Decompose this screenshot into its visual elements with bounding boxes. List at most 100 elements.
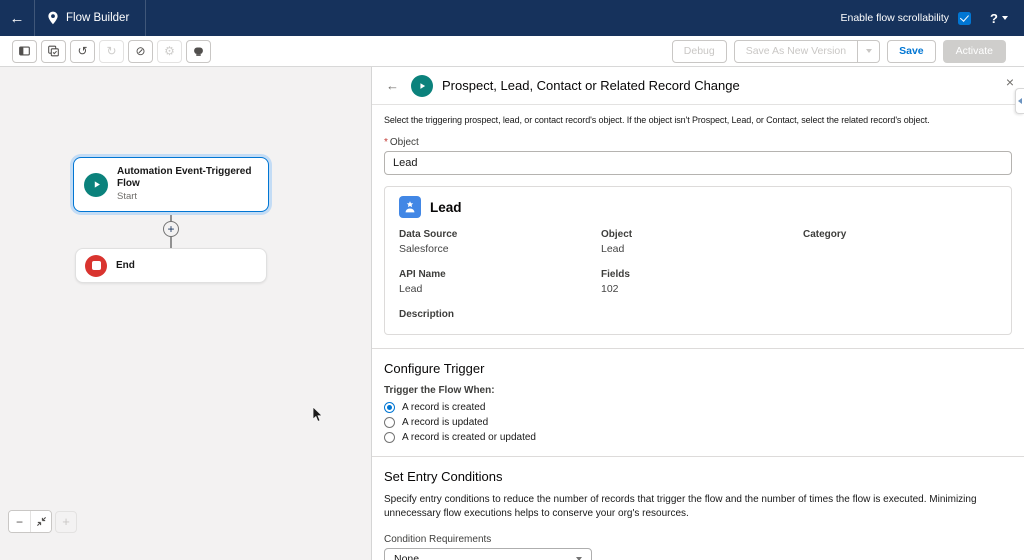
object-card-title: Lead [430,200,462,215]
lead-object-icon [399,196,421,218]
trigger-when-label: Trigger the Flow When: [384,385,1012,396]
toolbar: ↺ ↻ ⊘ ⚙ Debug Save As New Version Save A… [0,36,1024,67]
scrollability-label: Enable flow scrollability [840,12,949,24]
zoom-out-button[interactable]: − [9,511,30,532]
save-as-split-button: Save As New Version [734,40,880,63]
entry-conditions-heading: Set Entry Conditions [384,469,1012,484]
flow-canvas[interactable]: Automation Event-TriggeredFlow Start + E… [0,67,372,560]
radio-button-icon [384,432,395,443]
entry-conditions-section: Set Entry Conditions Specify entry condi… [384,469,1012,560]
radio-record-updated[interactable]: A record is updated [384,417,1012,428]
chevron-down-icon [1002,16,1008,20]
required-mark: * [384,137,388,148]
redo-button[interactable]: ↻ [99,40,124,63]
save-as-dropdown-button[interactable] [858,40,880,63]
flow-builder-window: ← Flow Builder Enable flow scrollability… [0,0,1024,560]
section-divider [372,348,1024,349]
section-divider [372,456,1024,457]
toggle-panel-button[interactable] [12,40,37,63]
canvas-tools: ↺ ↻ ⊘ ⚙ [12,40,211,63]
navbar: ← Flow Builder Enable flow scrollability… [0,0,1024,36]
app-name-section: Flow Builder [35,0,145,36]
select-elements-button[interactable] [41,40,66,63]
chevron-left-icon [1018,98,1022,104]
bot-icon [191,44,206,58]
fit-to-view-icon [36,516,47,527]
disable-connector-button[interactable]: ⊘ [128,40,153,63]
play-icon [91,179,102,190]
back-arrow-icon: ← [386,78,399,93]
zoom-in-button[interactable]: + [55,511,77,533]
zoom-controls: − + [8,510,77,533]
redo-icon: ↻ [106,44,116,58]
condition-requirements-dropdown[interactable]: None [384,548,592,560]
save-button[interactable]: Save [887,40,936,63]
disable-connector-icon: ⊘ [135,44,145,58]
panel-title: Prospect, Lead, Contact or Related Recor… [442,78,740,93]
field-category: Category [803,229,997,256]
end-node-icon [85,255,107,277]
location-pin-icon [47,11,59,25]
field-fields-count: Fields102 [601,269,803,296]
field-object: ObjectLead [601,229,803,256]
main-area: Automation Event-TriggeredFlow Start + E… [0,67,1024,560]
undo-button[interactable]: ↺ [70,40,95,63]
start-node[interactable]: Automation Event-TriggeredFlow Start [73,157,269,212]
radio-button-icon [384,402,395,413]
toolbar-actions: Debug Save As New Version Save Activate [672,40,1006,63]
field-api-name: API NameLead [399,269,601,296]
radio-record-created-or-updated[interactable]: A record is created or updated [384,432,1012,443]
undo-icon: ↺ [77,44,87,58]
debug-button[interactable]: Debug [672,40,727,63]
select-elements-icon [46,44,61,58]
app-title: Flow Builder [66,12,129,24]
panel-header: ← Prospect, Lead, Contact or Related Rec… [372,67,1024,105]
panel-back-button[interactable]: ← [386,78,399,93]
navbar-right: Enable flow scrollability ? [840,11,1024,26]
dropdown-value: None [394,553,419,560]
configure-trigger-heading: Configure Trigger [384,361,1012,376]
start-node-subtitle: Start [117,191,251,203]
help-menu[interactable]: ? [990,11,1008,26]
back-button[interactable]: ← [0,0,34,36]
fit-to-view-button[interactable] [30,511,51,532]
toggle-panel-icon [17,44,32,58]
end-node[interactable]: End [75,248,267,283]
end-node-title: End [116,260,135,272]
entry-conditions-description: Specify entry conditions to reduce the n… [384,493,1008,521]
start-node-icon [84,173,108,197]
play-icon [417,81,427,91]
configure-trigger-section: Configure Trigger Trigger the Flow When:… [384,361,1012,443]
settings-gear-icon: ⚙ [164,44,175,58]
bot-tool-button[interactable] [186,40,211,63]
radio-button-icon [384,417,395,428]
object-card-fields: Data SourceSalesforce ObjectLead Categor… [399,229,997,323]
flow-settings-button[interactable]: ⚙ [157,40,182,63]
panel-description: Select the triggering prospect, lead, or… [384,114,1012,127]
object-input[interactable] [384,151,1012,175]
close-panel-button[interactable]: × [1006,75,1014,89]
zoom-button-group: − [8,510,52,533]
scrollability-checkbox[interactable] [958,12,971,25]
start-node-text: Automation Event-TriggeredFlow Start [117,166,251,203]
trigger-config-panel: ← Prospect, Lead, Contact or Related Rec… [372,67,1024,560]
condition-requirements-label: Condition Requirements [384,534,1012,545]
object-field-label: *Object [384,137,1012,148]
save-as-new-version-button[interactable]: Save As New Version [734,40,858,63]
field-description: Description [399,309,601,323]
object-detail-card: Lead Data SourceSalesforce ObjectLead Ca… [384,186,1012,335]
mouse-cursor [312,407,325,424]
field-empty [803,269,997,296]
person-icon [403,200,417,214]
collapse-panel-tab[interactable] [1015,88,1024,114]
flow-trigger-icon [411,75,433,97]
object-card-header: Lead [399,196,997,218]
add-element-button[interactable]: + [163,221,179,237]
back-arrow-icon: ← [10,10,25,27]
radio-record-created[interactable]: A record is created [384,402,1012,413]
field-data-source: Data SourceSalesforce [399,229,601,256]
chevron-down-icon [866,49,872,53]
help-icon: ? [990,11,998,26]
navbar-divider [145,0,146,36]
activate-button[interactable]: Activate [943,40,1006,63]
